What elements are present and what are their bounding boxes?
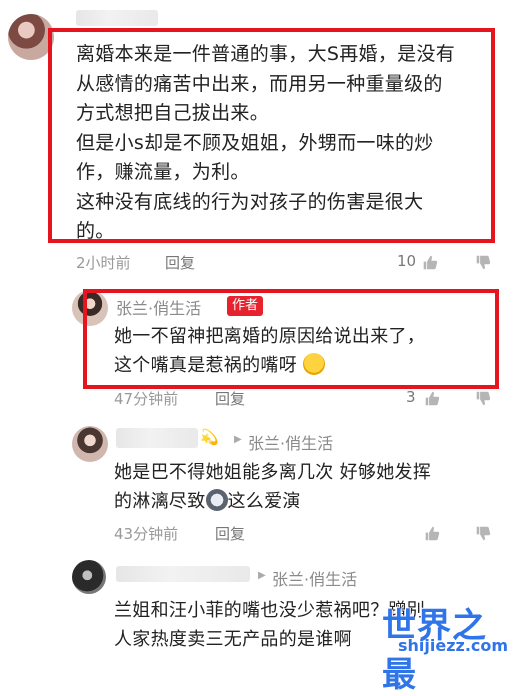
thumb-up-icon[interactable] bbox=[422, 254, 439, 271]
reply-to-name[interactable]: 张兰·俏生活 bbox=[272, 566, 357, 590]
thumb-down-icon[interactable] bbox=[475, 254, 492, 271]
comment-like-count: 10 bbox=[397, 252, 417, 270]
replier-avatar[interactable] bbox=[72, 426, 108, 462]
reply-like-count: 3 bbox=[406, 388, 416, 406]
reply-time: 47分钟前 bbox=[114, 390, 179, 408]
reply-arrow-icon: ▶ bbox=[258, 570, 266, 581]
replier-avatar[interactable] bbox=[72, 560, 106, 594]
husky-emoji-icon bbox=[205, 489, 228, 511]
replier-name-blurred bbox=[116, 428, 198, 448]
reply-line: 的淋漓尽致 这么爱演 bbox=[114, 489, 301, 512]
comment-line: 从感情的痛苦中出来，而用另一种重量级的 bbox=[76, 72, 443, 95]
reply-text: 她一不留神把离婚的原因给说出来了， 这个嘴真是惹祸的嘴呀 bbox=[114, 322, 494, 380]
reply-line: 她一不留神把离婚的原因给说出来了， bbox=[114, 326, 426, 347]
thumb-down-icon[interactable] bbox=[475, 525, 492, 542]
reply-line: 她是巴不得她姐能多离几次 好够她发挥 bbox=[114, 462, 432, 483]
reply-line: 这个嘴真是惹祸的嘴呀 bbox=[114, 351, 494, 380]
reply-reply-button[interactable]: 回复 bbox=[215, 523, 245, 544]
comment-line: 这种没有底线的行为对孩子的伤害是很大 bbox=[76, 190, 424, 213]
comment-line: 但是小s却是不顾及姐姐，外甥而一味的炒 bbox=[76, 131, 434, 154]
thumb-down-icon[interactable] bbox=[475, 390, 492, 407]
comment-line: 的。 bbox=[76, 220, 115, 242]
reply-text: 她是巴不得她姐能多离几次 好够她发挥 的淋漓尽致 这么爱演 bbox=[114, 458, 494, 516]
thumb-up-icon[interactable] bbox=[424, 525, 441, 542]
reply-arrow-icon: ▶ bbox=[234, 434, 242, 445]
comment-line: 作，赚流量，为利。 bbox=[76, 161, 250, 183]
comment-reply-button[interactable]: 回复 bbox=[165, 252, 195, 273]
reply-to-name[interactable]: 张兰·俏生活 bbox=[248, 430, 333, 454]
reply-time: 43分钟前 bbox=[114, 525, 179, 543]
watermark-url: shijiezz.com bbox=[398, 636, 509, 655]
commenter-name-blurred bbox=[76, 10, 158, 26]
comment-text: 离婚本来是一件普通的事，大S再婚，是没有 从感情的痛苦中出来，而用另一种重量级的… bbox=[76, 40, 486, 247]
comment-line: 方式想把自己拔出来。 bbox=[76, 102, 270, 124]
decorative-emoji-icon: 💫 bbox=[200, 428, 219, 446]
thumb-up-icon[interactable] bbox=[424, 390, 441, 407]
reply-reply-button[interactable]: 回复 bbox=[215, 388, 245, 409]
comment-line: 离婚本来是一件普通的事，大S再婚，是没有 bbox=[76, 43, 456, 65]
replier-name-blurred bbox=[116, 566, 250, 582]
laughing-crying-emoji-icon bbox=[303, 353, 326, 375]
comment-time: 2小时前 bbox=[76, 254, 131, 272]
